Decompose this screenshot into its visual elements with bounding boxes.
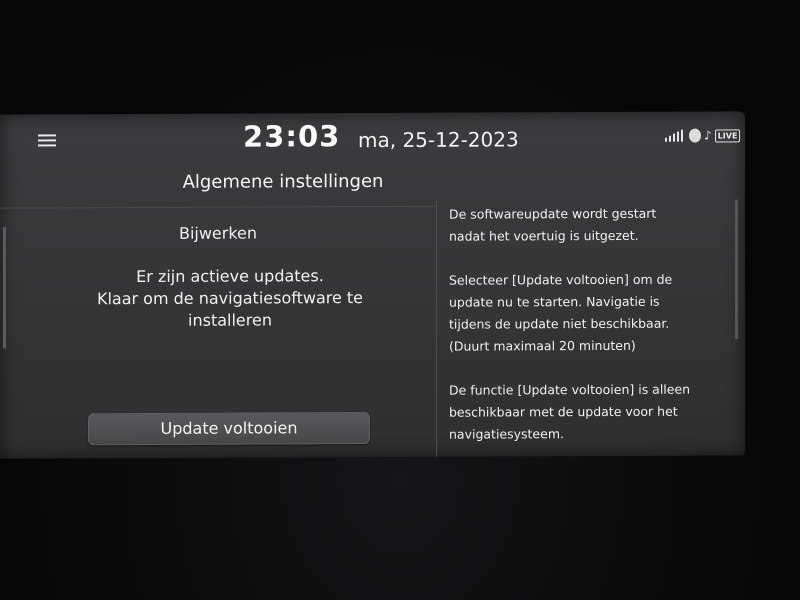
live-badge: LIVE [714,128,741,143]
right-scrollbar[interactable] [735,199,738,340]
info-paragraph: De softwareupdate wordt gestart nadat he… [449,202,731,247]
panel-divider [436,200,437,457]
clock: 23:03 [243,119,341,154]
status-icons: ♪ LIVE [664,127,741,143]
status-bar: 23:03 ma, 25-12-2023 ♪ LIVE [0,111,745,166]
left-scrollbar[interactable] [3,226,6,349]
info-line: beschikbaar met de update voor het [449,403,678,420]
bluetooth-icon [689,128,701,143]
info-line: De softwareupdate wordt gestart [449,205,657,222]
info-paragraph: De functie [Update voltooien] is alleen … [449,378,731,445]
section-title: Bijwerken [178,223,258,243]
update-message-line: Er zijn actieve updates. [136,266,324,287]
update-message-line: installeren [188,310,272,330]
info-line: (Duurt maximaal 20 minuten) [449,337,636,354]
info-line: Selecteer [Update voltooien] om de [449,271,673,288]
info-line: nadat het voertuig is uitgezet. [449,227,639,244]
menu-icon[interactable] [38,134,56,148]
signal-icon [665,129,683,142]
info-line: De functie [Update voltooien] is alleen [449,381,691,398]
update-message-line: Klaar om de navigatiesoftware te [96,288,364,309]
update-message: Er zijn actieve updates. Klaar om de nav… [40,265,420,333]
update-complete-button[interactable]: Update voltooien [88,412,370,446]
info-paragraph: Selecteer [Update voltooien] om de updat… [449,268,731,357]
info-line: update nu te starten. Navigatie is [449,293,660,310]
page-title: Algemene instellingen [182,170,384,193]
infotainment-screen: 23:03 ma, 25-12-2023 ♪ LIVE Algemene ins… [0,111,745,459]
info-line: navigatiesysteem. [449,426,564,442]
info-panel: De softwareupdate wordt gestart nadat he… [449,202,731,458]
date: ma, 25-12-2023 [358,127,519,153]
info-line: tijdens de update niet beschikbaar. [449,315,670,332]
header-divider [0,205,435,209]
music-note-icon: ♪ [704,128,712,143]
